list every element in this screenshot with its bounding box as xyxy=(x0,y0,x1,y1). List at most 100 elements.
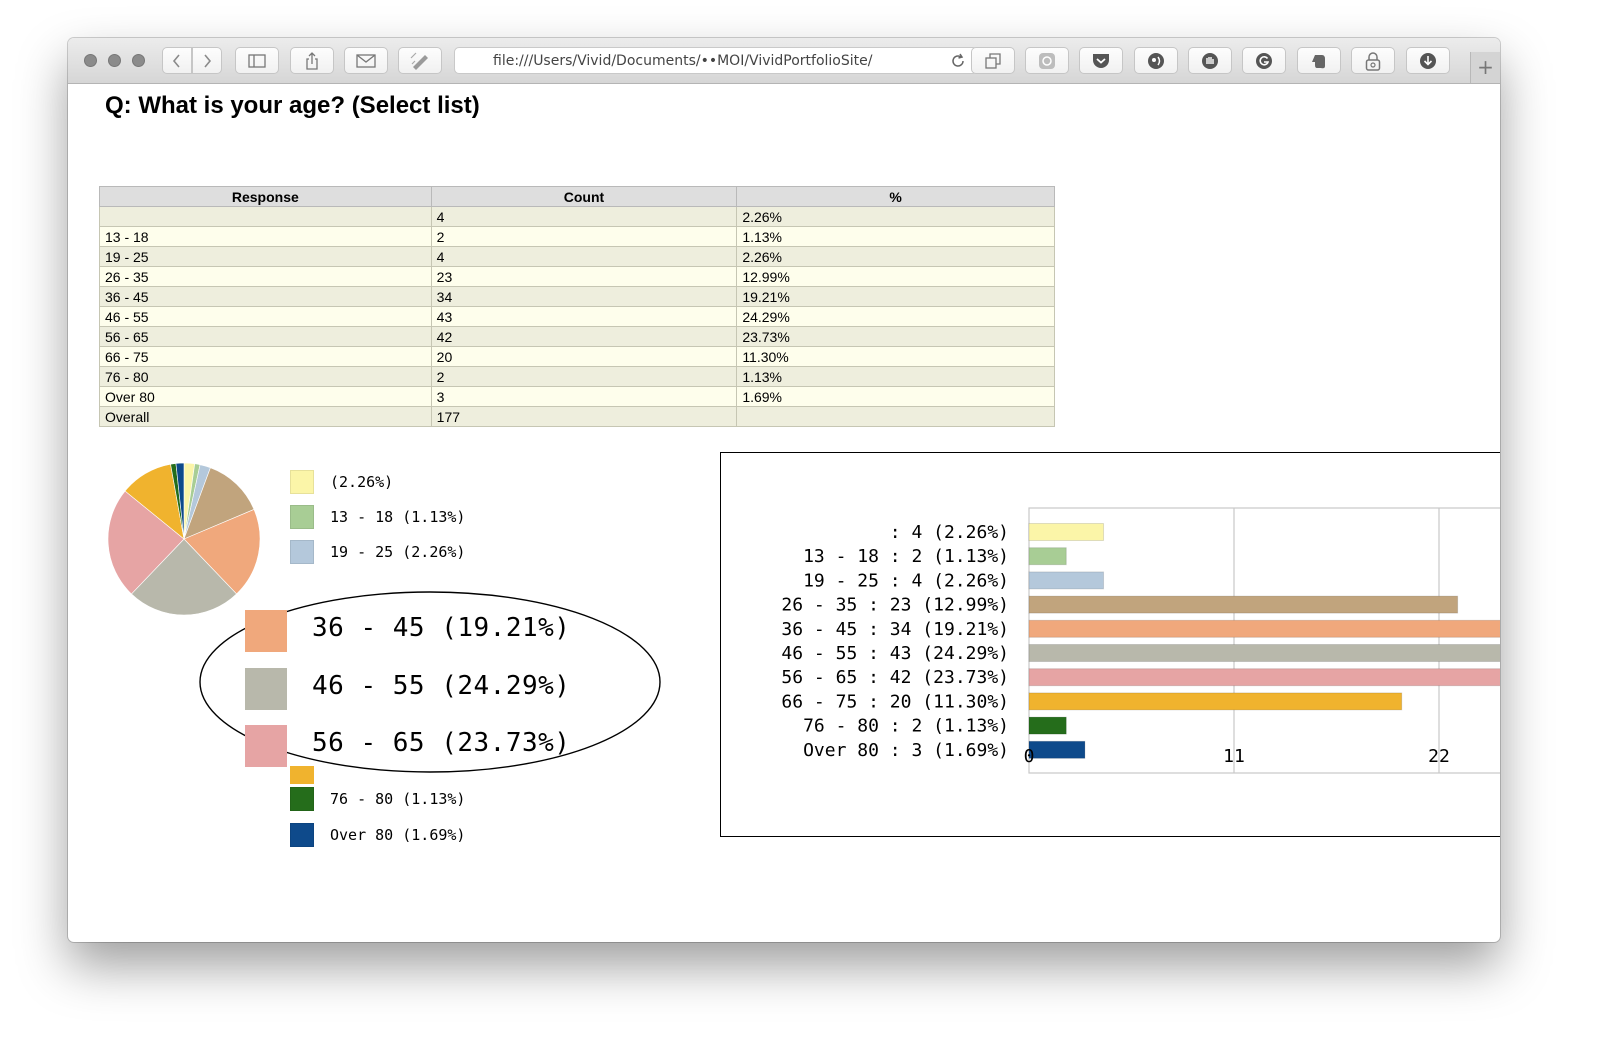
elephant-icon xyxy=(1312,54,1325,68)
cell-percent: 23.73% xyxy=(736,326,1055,347)
legend-label: 19 - 25 (2.26%) xyxy=(330,543,466,561)
table-row: Overall 177 xyxy=(99,406,1055,427)
legend-swatch xyxy=(245,610,287,652)
back-button[interactable] xyxy=(162,47,192,74)
table-row: Over 80 3 1.69% xyxy=(99,386,1055,407)
cell-percent xyxy=(736,406,1055,427)
sidebar-icon xyxy=(248,53,266,68)
bar-label: 19 - 25 : 4 (2.26%) xyxy=(803,570,1009,591)
cell-percent: 2.26% xyxy=(736,246,1055,267)
cell-percent: 1.13% xyxy=(736,366,1055,387)
cell-count: 42 xyxy=(430,326,738,347)
cell-response: 66 - 75 xyxy=(99,346,432,367)
grammarly-button[interactable] xyxy=(1242,47,1286,74)
mail-button[interactable] xyxy=(344,47,388,74)
table-row: 56 - 65 42 23.73% xyxy=(99,326,1055,347)
bar-label: 56 - 65 : 42 (23.73%) xyxy=(781,667,1009,688)
address-bar[interactable]: file:///Users/Vivid/Documents/••MOI/Vivi… xyxy=(454,47,978,74)
chevron-left-icon xyxy=(172,53,180,68)
column-header-count: Count xyxy=(430,186,738,207)
password-manager-button[interactable] xyxy=(1351,47,1395,74)
cell-count: 43 xyxy=(430,306,738,327)
cell-percent: 11.30% xyxy=(736,346,1055,367)
envelope-icon xyxy=(356,53,376,68)
legend-swatch xyxy=(290,470,314,494)
new-tab-button[interactable]: + xyxy=(1470,52,1500,83)
circle-badge-icon xyxy=(1039,52,1055,69)
cell-response: 13 - 18 xyxy=(99,226,432,247)
bar-chart: : 4 (2.26%) 13 - 18 : 2 (1.13%) 19 - 25 : … xyxy=(781,507,1500,774)
cell-response: 26 - 35 xyxy=(99,266,432,287)
grammarly-icon xyxy=(1256,52,1272,69)
legend-label: 76 - 80 (1.13%) xyxy=(330,790,466,808)
table-row: 26 - 35 23 12.99% xyxy=(99,266,1055,287)
bar xyxy=(1028,595,1459,614)
zoom-legend-label: 36 - 45 (19.21%) xyxy=(312,613,571,643)
table-row: 76 - 80 2 1.13% xyxy=(99,366,1055,387)
legend-swatch xyxy=(290,787,314,811)
legend-label: (2.26%) xyxy=(330,473,394,491)
browser-window: file:///Users/Vivid/Documents/••MOI/Vivi… xyxy=(68,38,1500,942)
legend-label: 13 - 18 (1.13%) xyxy=(330,508,466,526)
bar-label: 66 - 75 : 20 (11.30%) xyxy=(781,691,1009,712)
reload-icon[interactable] xyxy=(949,52,967,70)
table-header-row: Response Count % xyxy=(99,186,1055,207)
url-text[interactable]: file:///Users/Vivid/Documents/••MOI/Vivi… xyxy=(493,53,873,69)
extension-button-2[interactable] xyxy=(1134,47,1178,74)
cell-percent: 2.26% xyxy=(736,206,1055,227)
cell-response xyxy=(99,206,432,227)
cell-response: Over 80 xyxy=(99,386,432,407)
extension-button-1[interactable] xyxy=(1025,47,1069,74)
zoom-legend-label: 46 - 55 (24.29%) xyxy=(312,671,571,701)
column-header-percent: % xyxy=(736,186,1055,207)
sidebar-button[interactable] xyxy=(235,47,279,74)
bar xyxy=(1028,619,1500,638)
cell-response: 19 - 25 xyxy=(99,246,432,267)
cell-percent: 19.21% xyxy=(736,286,1055,307)
share-button[interactable] xyxy=(290,47,334,74)
zoom-window-button[interactable] xyxy=(132,54,145,67)
minimize-window-button[interactable] xyxy=(108,54,121,67)
legend-label: Over 80 (1.69%) xyxy=(330,826,466,844)
bar xyxy=(1028,523,1105,541)
cell-response: Overall xyxy=(99,406,432,427)
chevron-right-icon xyxy=(204,53,212,68)
table-row: 36 - 45 34 19.21% xyxy=(99,286,1055,307)
page-content: Q: What is your age? (Select list) Respo… xyxy=(68,84,1500,942)
tabs-icon xyxy=(985,52,1001,69)
bar xyxy=(1028,571,1105,590)
close-window-button[interactable] xyxy=(84,54,97,67)
cell-count: 4 xyxy=(430,246,738,267)
pocket-button[interactable] xyxy=(1079,47,1123,74)
plot-area xyxy=(1028,507,1500,774)
table-row: 19 - 25 4 2.26% xyxy=(99,246,1055,267)
bar-label: Over 80 : 3 (1.69%) xyxy=(803,740,1009,761)
cell-percent: 12.99% xyxy=(736,266,1055,287)
tabs-overview-button[interactable] xyxy=(971,47,1015,74)
cell-percent: 1.69% xyxy=(736,386,1055,407)
bar-label: 13 - 18 : 2 (1.13%) xyxy=(803,546,1009,567)
bar-label: 76 - 80 : 2 (1.13%) xyxy=(803,716,1009,737)
downloads-button[interactable] xyxy=(1406,47,1450,74)
evernote-button[interactable] xyxy=(1297,47,1341,74)
bar xyxy=(1028,692,1403,711)
pen-icon xyxy=(410,52,428,70)
column-header-response: Response xyxy=(99,186,432,207)
bar-label: 36 - 45 : 34 (19.21%) xyxy=(781,619,1009,640)
annotate-button[interactable] xyxy=(398,47,442,74)
ghost-icon xyxy=(1148,52,1164,69)
table-body: 4 2.26% 13 - 18 2 1.13% 19 - 25 4 2.26% 26 - 35 2… xyxy=(99,206,1055,427)
cell-response: 36 - 45 xyxy=(99,286,432,307)
bar xyxy=(1028,740,1086,759)
bar xyxy=(1028,716,1067,735)
table-row: 46 - 55 43 24.29% xyxy=(99,306,1055,327)
download-icon xyxy=(1420,52,1436,69)
cell-count: 2 xyxy=(430,226,738,247)
cell-count: 23 xyxy=(430,266,738,287)
forward-button[interactable] xyxy=(192,47,222,74)
bar-chart-panel: : 4 (2.26%) 13 - 18 : 2 (1.13%) 19 - 25 : … xyxy=(720,452,1500,837)
extension-button-3[interactable] xyxy=(1188,47,1232,74)
hand-icon xyxy=(1202,52,1218,69)
cell-response: 56 - 65 xyxy=(99,326,432,347)
legend-swatch xyxy=(290,505,314,529)
